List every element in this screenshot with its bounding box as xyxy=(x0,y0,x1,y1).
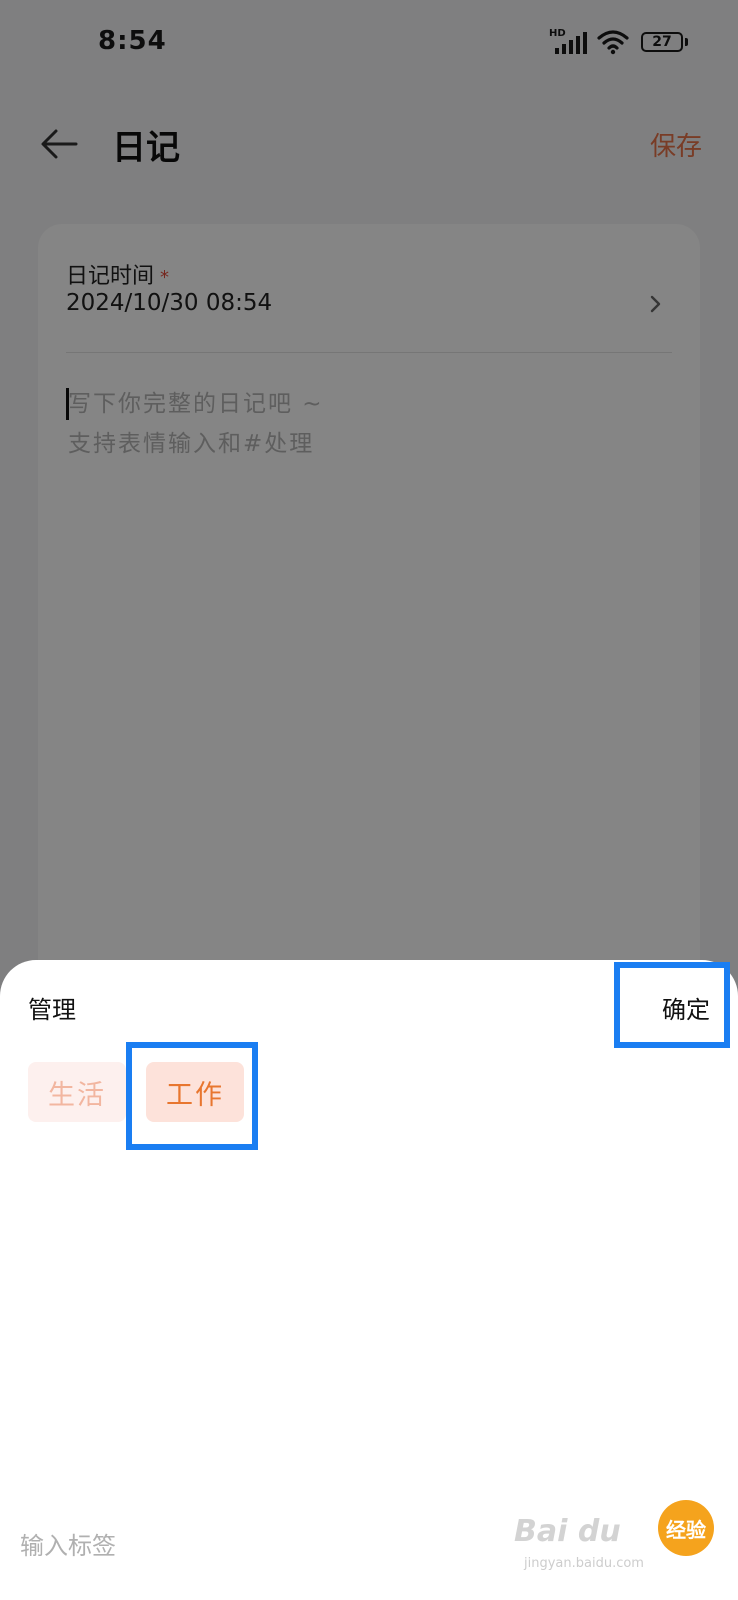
watermark-badge: 经验 xyxy=(658,1500,714,1556)
tag-life[interactable]: 生活 xyxy=(28,1062,126,1122)
highlight-confirm xyxy=(614,962,730,1048)
highlight-work-tag xyxy=(126,1042,258,1150)
sheet-title[interactable]: 管理 xyxy=(28,990,76,1025)
watermark-url: jingyan.baidu.com xyxy=(524,1556,644,1571)
tag-input[interactable] xyxy=(20,1532,580,1560)
baidu-watermark: Bai du 经验 jingyan.baidu.com xyxy=(514,1500,714,1580)
watermark-text: Bai du xyxy=(514,1514,621,1549)
